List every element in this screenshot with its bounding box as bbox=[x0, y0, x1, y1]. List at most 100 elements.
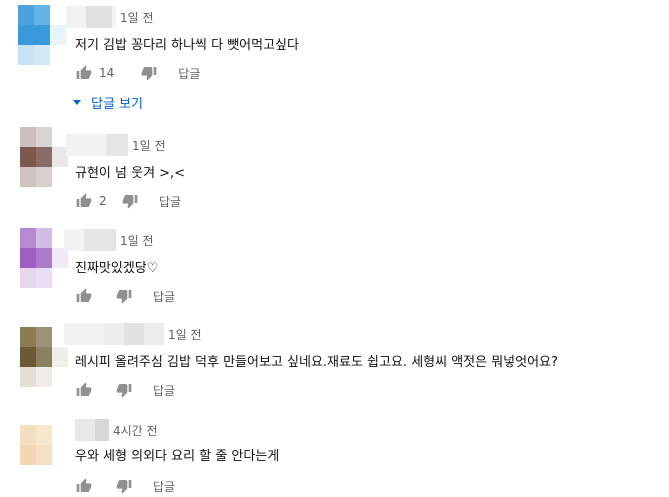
author-name-redacted[interactable] bbox=[64, 229, 84, 251]
dislike-button[interactable] bbox=[115, 477, 133, 495]
avatar-pixel bbox=[36, 425, 52, 445]
like-button[interactable] bbox=[75, 381, 93, 399]
avatar-pixel bbox=[36, 228, 52, 248]
author-name-redacted[interactable] bbox=[75, 419, 95, 441]
reply-button[interactable]: 답글 bbox=[153, 478, 175, 495]
avatar-pixel bbox=[52, 465, 68, 485]
reply-button[interactable]: 답글 bbox=[178, 65, 200, 82]
author-row: 1일 전 bbox=[64, 323, 202, 345]
author-name-redacted[interactable] bbox=[106, 134, 128, 156]
avatar-pixel bbox=[36, 347, 52, 367]
avatar-pixel bbox=[20, 127, 36, 147]
author-name-redacted[interactable] bbox=[64, 323, 104, 345]
avatar[interactable] bbox=[18, 5, 66, 65]
avatar-pixel bbox=[20, 347, 36, 367]
avatar-pixel bbox=[20, 268, 36, 288]
timestamp[interactable]: 1일 전 bbox=[120, 9, 154, 26]
author-row: 1일 전 bbox=[66, 6, 154, 28]
timestamp[interactable]: 4시간 전 bbox=[113, 422, 158, 439]
timestamp[interactable]: 1일 전 bbox=[120, 232, 154, 249]
timestamp[interactable]: 1일 전 bbox=[168, 326, 202, 343]
avatar-pixel bbox=[52, 445, 68, 465]
comment-text: 저기 김밥 꽁다리 하나씩 다 뺏어먹고싶다 bbox=[75, 38, 299, 53]
reply-button[interactable]: 답글 bbox=[153, 382, 175, 399]
thumb-up-icon bbox=[76, 288, 92, 302]
avatar-pixel bbox=[20, 425, 36, 445]
thumb-down-icon bbox=[141, 67, 157, 81]
like-button[interactable] bbox=[75, 477, 93, 495]
dislike-button[interactable] bbox=[121, 192, 139, 210]
author-name-redacted[interactable] bbox=[86, 6, 112, 28]
avatar-pixel bbox=[34, 45, 50, 65]
comment-actions: 14 답글 bbox=[75, 64, 200, 82]
avatar-pixel bbox=[36, 367, 52, 387]
thumb-up-icon bbox=[76, 65, 92, 79]
avatar-pixel bbox=[52, 248, 68, 268]
dislike-button[interactable] bbox=[140, 64, 158, 82]
thumb-down-icon bbox=[116, 384, 132, 398]
avatar-pixel bbox=[52, 347, 68, 367]
avatar-pixel bbox=[18, 25, 34, 45]
avatar[interactable] bbox=[20, 425, 68, 485]
author-row: 1일 전 bbox=[66, 134, 166, 156]
avatar-pixel bbox=[36, 127, 52, 147]
avatar[interactable] bbox=[20, 228, 68, 288]
thumb-down-icon bbox=[116, 290, 132, 304]
dislike-button[interactable] bbox=[115, 287, 133, 305]
comment-text: 레시피 올려주심 김밥 덕후 만들어보고 싶네요.재료도 쉽고요. 세형씨 액젓… bbox=[75, 355, 558, 370]
thumb-down-icon bbox=[122, 195, 138, 209]
author-name-redacted[interactable] bbox=[104, 323, 124, 345]
like-button[interactable] bbox=[75, 287, 93, 305]
avatar-pixel bbox=[20, 167, 36, 187]
like-count: 14 bbox=[99, 66, 115, 80]
avatar-pixel bbox=[20, 248, 36, 268]
reply-button[interactable]: 답글 bbox=[159, 193, 181, 210]
author-row: 4시간 전 bbox=[75, 419, 158, 441]
avatar-pixel bbox=[20, 367, 36, 387]
avatar-pixel bbox=[36, 327, 52, 347]
avatar-pixel bbox=[36, 167, 52, 187]
author-name-redacted[interactable] bbox=[95, 419, 109, 441]
comment-item: 1일 전 저기 김밥 꽁다리 하나씩 다 뺏어먹고싶다 14 답글 답글 보기 bbox=[0, 0, 669, 120]
comment-actions: 답글 bbox=[75, 287, 175, 305]
thumb-down-icon bbox=[116, 480, 132, 494]
comment-text: 우와 세형 의외다 요리 할 줄 안다는게 bbox=[75, 449, 280, 464]
avatar-pixel bbox=[20, 465, 36, 485]
avatar-pixel bbox=[18, 45, 34, 65]
author-name-redacted[interactable] bbox=[144, 323, 164, 345]
avatar-pixel bbox=[50, 25, 66, 45]
avatar[interactable] bbox=[20, 327, 68, 387]
like-button[interactable] bbox=[75, 64, 93, 82]
avatar-pixel bbox=[36, 248, 52, 268]
comment-thread: 1일 전 저기 김밥 꽁다리 하나씩 다 뺏어먹고싶다 14 답글 답글 보기 bbox=[0, 0, 669, 497]
avatar[interactable] bbox=[20, 127, 68, 187]
avatar-pixel bbox=[36, 465, 52, 485]
author-row: 1일 전 bbox=[64, 229, 154, 251]
timestamp[interactable]: 1일 전 bbox=[132, 137, 166, 154]
author-name-redacted[interactable] bbox=[66, 6, 86, 28]
author-name-redacted[interactable] bbox=[124, 323, 144, 345]
avatar-pixel bbox=[20, 327, 36, 347]
like-count: 2 bbox=[99, 194, 107, 208]
reply-button[interactable]: 답글 bbox=[153, 288, 175, 305]
comment-item: 1일 전 진짜맛있겠당♡ 답글 bbox=[0, 220, 669, 320]
thumb-up-icon bbox=[76, 382, 92, 396]
comment-item: 1일 전 규현이 넘 웃겨 >,< 2 답글 bbox=[0, 120, 669, 220]
view-replies-button[interactable]: 답글 보기 bbox=[73, 93, 143, 112]
avatar-pixel bbox=[52, 425, 68, 445]
avatar-pixel bbox=[52, 268, 68, 288]
thumb-up-icon bbox=[76, 193, 92, 207]
view-replies-label: 답글 보기 bbox=[91, 97, 143, 112]
comment-text: 진짜맛있겠당♡ bbox=[75, 261, 159, 276]
author-name-redacted[interactable] bbox=[66, 134, 106, 156]
thumb-up-icon bbox=[76, 478, 92, 492]
comment-actions: 답글 bbox=[75, 477, 175, 495]
author-name-redacted[interactable] bbox=[84, 229, 116, 251]
avatar-pixel bbox=[36, 268, 52, 288]
avatar-pixel bbox=[36, 445, 52, 465]
comment-item: 1일 전 레시피 올려주심 김밥 덕후 만들어보고 싶네요.재료도 쉽고요. 세… bbox=[0, 320, 669, 418]
dislike-button[interactable] bbox=[115, 381, 133, 399]
like-button[interactable] bbox=[75, 192, 93, 210]
avatar-pixel bbox=[20, 228, 36, 248]
avatar-pixel bbox=[52, 167, 68, 187]
